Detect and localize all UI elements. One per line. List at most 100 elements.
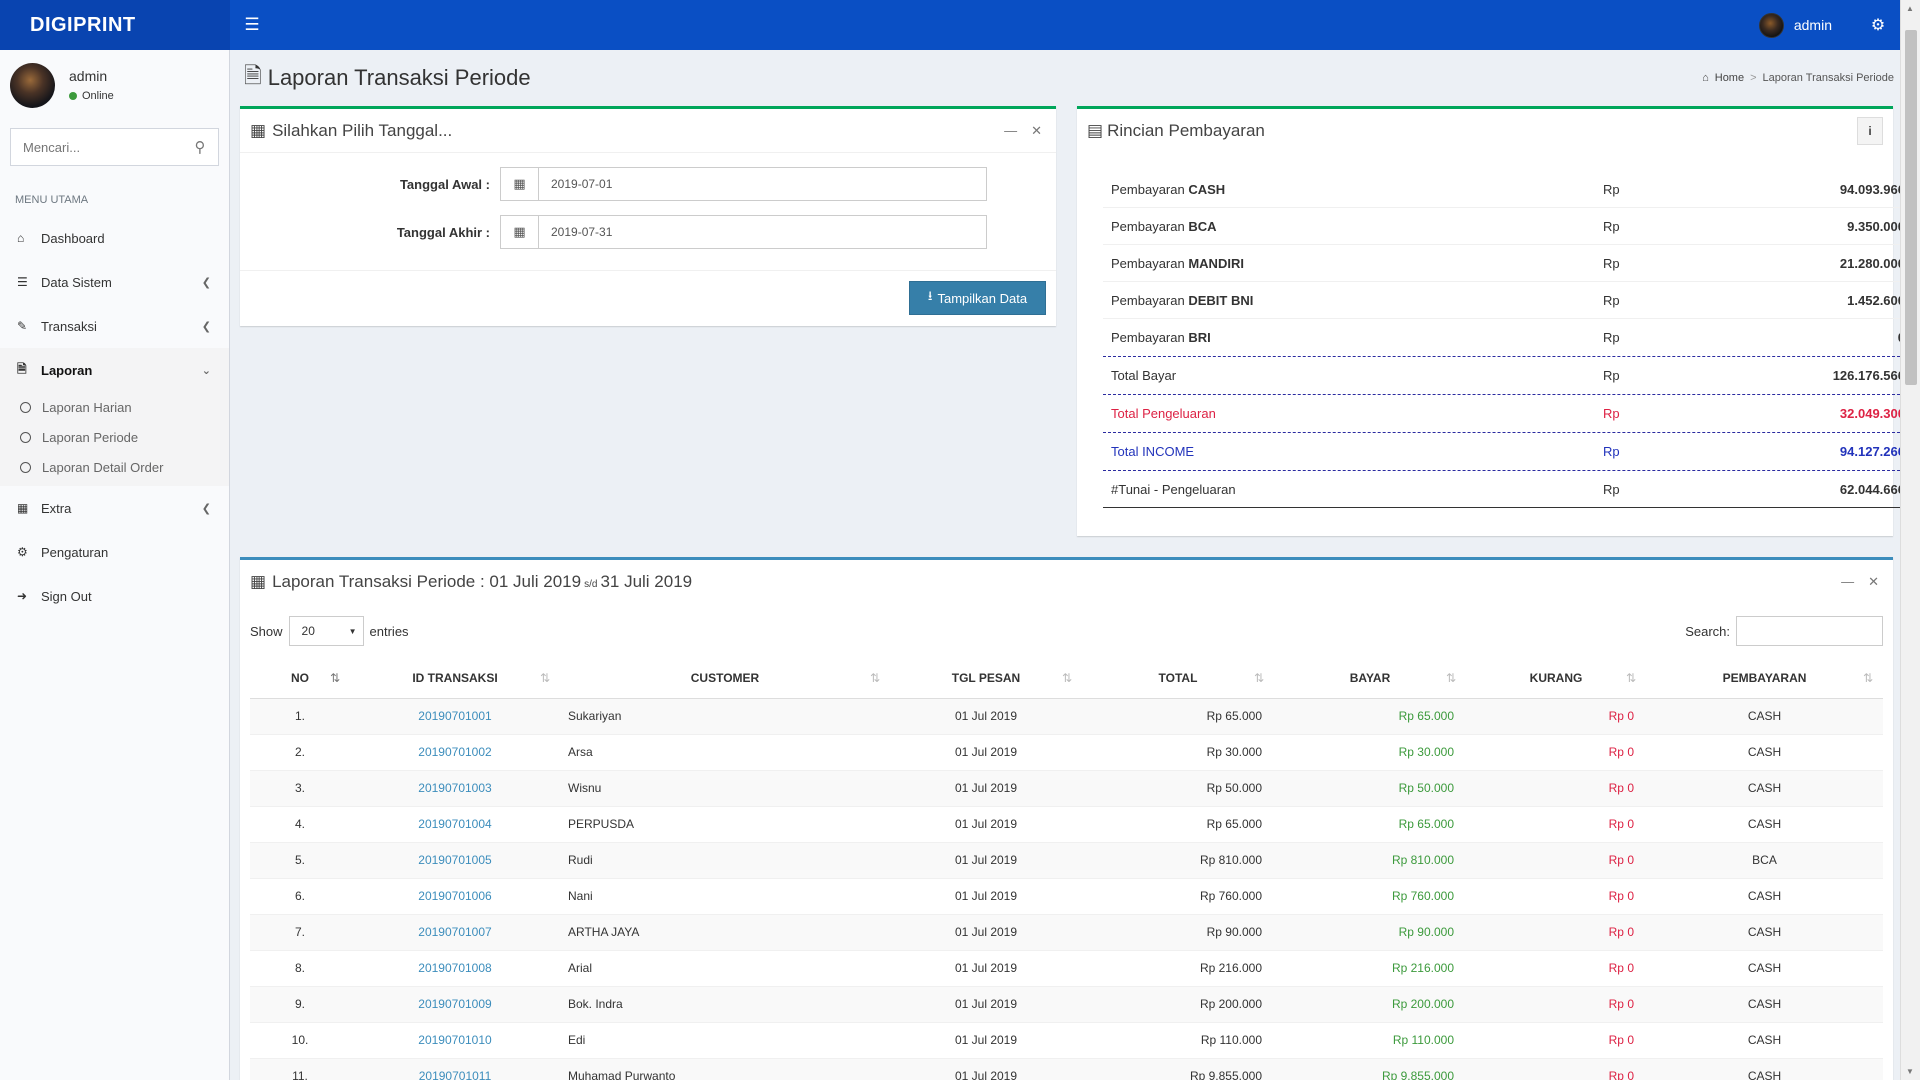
scroll-down-icon[interactable]: ▼ xyxy=(1906,1067,1914,1076)
brand-logo[interactable]: DIGIPRINT xyxy=(0,0,230,50)
transaction-id-link[interactable]: 20190701006 xyxy=(418,889,491,903)
table-row: 8. 20190701008 Arial 01 Jul 2019 Rp 216.000 R… xyxy=(250,949,1883,986)
close-icon[interactable]: ✕ xyxy=(1868,574,1879,590)
table-row: 5. 20190701005 Rudi 01 Jul 2019 Rp 810.000 Rp… xyxy=(250,841,1883,878)
date-form-footer: ⭳ Tampilkan Data xyxy=(240,270,1056,326)
menu-toggle-icon[interactable]: ☰ xyxy=(230,0,274,50)
tampilkan-data-button[interactable]: ⭳ Tampilkan Data xyxy=(909,281,1046,315)
rincian-title: Rincian Pembayaran xyxy=(1107,121,1265,140)
rincian-header: ▤ Rincian Pembayaran i xyxy=(1077,109,1893,153)
start-date-input[interactable] xyxy=(539,168,986,200)
rincian-row-debit-bni: Pembayaran DEBIT BNI Rp 1.452.600 xyxy=(1103,282,1915,319)
datatable-search: Search: xyxy=(1685,616,1883,646)
chevron-left-icon: ❮ xyxy=(201,276,211,289)
sidebar-item-sign-out[interactable]: ➜ Sign Out xyxy=(0,574,229,618)
transaction-id-link[interactable]: 20190701005 xyxy=(418,853,491,867)
report-header: ▦ Laporan Transaksi Periode : 01 Juli 20… xyxy=(240,560,1893,604)
search-icon[interactable]: ⚲ xyxy=(182,138,218,156)
column-header-pembayaran[interactable]: PEMBAYARAN ⇅ xyxy=(1646,658,1883,699)
date-form-title: Silahkan Pilih Tanggal... xyxy=(272,120,453,140)
show-label: Show xyxy=(250,623,283,639)
column-header-total[interactable]: TOTAL ⇅ xyxy=(1082,658,1274,699)
sidebar-item-pengaturan[interactable]: ⚙ Pengaturan xyxy=(0,530,229,574)
datatable-controls: Show 20 ▼ entries Search: xyxy=(250,616,1883,646)
sidebar-item-transaksi[interactable]: ✎ Transaksi ❮ xyxy=(0,304,229,348)
transaction-id-link[interactable]: 20190701002 xyxy=(418,745,491,759)
column-header-no[interactable]: NO ⇅ xyxy=(250,658,350,699)
sidebar-search: ⚲ xyxy=(10,128,219,166)
column-header-tgl-pesan[interactable]: TGL PESAN ⇅ xyxy=(890,658,1082,699)
report-title-sd: s/d xyxy=(584,578,598,590)
collapse-icon[interactable]: — xyxy=(1841,574,1854,590)
rincian-row-tunai: #Tunai - Pengeluaran Rp 62.044.666 xyxy=(1103,471,1915,508)
transaction-id-link[interactable]: 20190701008 xyxy=(418,961,491,975)
table-row: 7. 20190701007 ARTHA JAYA 01 Jul 2019 Rp 90.… xyxy=(250,913,1883,950)
user-panel: admin Online xyxy=(0,50,229,120)
report-title-prefix: Laporan Transaksi Periode : 01 Juli 2019 xyxy=(272,572,582,591)
transaction-id-link[interactable]: 20190701001 xyxy=(418,709,491,723)
sidebar-item-label: Dashboard xyxy=(41,230,105,246)
sidebar-search-input[interactable] xyxy=(11,129,181,165)
submenu-item-laporan-detail-order[interactable]: Laporan Detail Order xyxy=(0,452,229,482)
table-row: 4. 20190701004 PERPUSDA 01 Jul 2019 Rp 65.00… xyxy=(250,805,1883,842)
rincian-row-cash: Pembayaran CASH Rp 94.093.966 xyxy=(1103,171,1915,208)
user-menu[interactable]: admin xyxy=(1758,12,1856,38)
transaction-id-link[interactable]: 20190701009 xyxy=(418,997,491,1011)
currency-label: Rp xyxy=(1603,406,1620,421)
circle-icon xyxy=(20,401,31,413)
start-date-label: Tanggal Awal : xyxy=(399,176,490,192)
chevron-left-icon: ❮ xyxy=(201,502,211,515)
submenu-item-laporan-harian[interactable]: Laporan Harian xyxy=(0,392,229,422)
entries-select[interactable]: 20 ▼ xyxy=(288,616,364,646)
scroll-up-icon[interactable]: ▲ xyxy=(1906,4,1914,13)
column-header-id-transaksi[interactable]: ID TRANSAKSI ⇅ xyxy=(350,658,560,699)
sidebar-item-data-sistem[interactable]: ☰ Data Sistem ❮ xyxy=(0,260,229,304)
close-icon[interactable]: ✕ xyxy=(1031,123,1042,139)
sort-icon: ⇅ xyxy=(539,670,550,685)
tunai-label: #Tunai - Pengeluaran xyxy=(1111,481,1236,497)
column-header-customer[interactable]: CUSTOMER ⇅ xyxy=(560,658,890,699)
edit-icon: ✎ xyxy=(17,319,28,333)
calendar-icon: ▦ xyxy=(501,168,539,200)
table-row: 6. 20190701006 Nani 01 Jul 2019 Rp 760.000 Rp… xyxy=(250,877,1883,914)
column-header-kurang[interactable]: KURANG ⇅ xyxy=(1466,658,1646,699)
sidebar-item-label: Laporan xyxy=(41,362,93,378)
submenu-item-laporan-periode[interactable]: Laporan Periode xyxy=(0,422,229,452)
rincian-row-total-pengeluaran: Total Pengeluaran Rp 32.049.300 xyxy=(1103,395,1915,433)
sort-icon: ⇅ xyxy=(1253,670,1264,685)
page-scrollbar[interactable]: ▲ ▼ xyxy=(1900,0,1920,1080)
payment-method: BRI xyxy=(1188,330,1211,345)
sidebar-item-laporan[interactable]: 🗎 Laporan ⌄ xyxy=(0,348,229,392)
collapse-icon[interactable]: — xyxy=(1004,123,1017,139)
currency-label: Rp xyxy=(1603,292,1620,308)
transaction-id-link[interactable]: 20190701007 xyxy=(418,925,491,939)
calendar-icon: ▦ xyxy=(501,216,539,248)
page-title: 🗎 Laporan Transaksi Periode xyxy=(244,59,531,97)
breadcrumb-home-link[interactable]: Home xyxy=(1715,72,1744,84)
info-button[interactable]: i xyxy=(1857,117,1883,145)
table-body: 1. 20190701001 Sukariyan 01 Jul 2019 Rp 65.0… xyxy=(250,697,1883,1080)
online-dot-icon xyxy=(69,92,77,100)
scrollbar-thumb[interactable] xyxy=(1905,30,1917,385)
end-date-label: Tanggal Akhir : xyxy=(396,224,490,240)
column-header-bayar[interactable]: BAYAR ⇅ xyxy=(1274,658,1466,699)
transaction-id-link[interactable]: 20190701010 xyxy=(418,1033,491,1047)
sort-icon: ⇅ xyxy=(1061,670,1072,685)
transaction-id-link[interactable]: 20190701004 xyxy=(418,817,491,831)
end-date-input[interactable] xyxy=(539,216,986,248)
sort-icon: ⇅ xyxy=(1445,670,1456,685)
breadcrumb-current: Laporan Transaksi Periode xyxy=(1762,72,1894,84)
table-row: 2. 20190701002 Arsa 01 Jul 2019 Rp 30.000 Rp … xyxy=(250,733,1883,770)
chevron-left-icon: ❮ xyxy=(201,320,211,333)
transaction-id-link[interactable]: 20190701003 xyxy=(418,781,491,795)
settings-gears-icon[interactable]: ⚙ xyxy=(1856,15,1900,35)
avatar xyxy=(10,62,55,108)
table-row: 9. 20190701009 Bok. Indra 01 Jul 2019 Rp 200… xyxy=(250,985,1883,1022)
sidebar-item-extra[interactable]: ▦ Extra ❮ xyxy=(0,486,229,530)
table-row: 1. 20190701001 Sukariyan 01 Jul 2019 Rp 65.0… xyxy=(250,697,1883,734)
datatable-search-input[interactable] xyxy=(1736,616,1883,646)
sidebar-item-label: Transaksi xyxy=(41,318,97,334)
transaction-id-link[interactable]: 20190701011 xyxy=(419,1069,492,1080)
end-date-row: Tanggal Akhir : ▦ xyxy=(240,215,1056,249)
sidebar-item-dashboard[interactable]: ⌂ Dashboard xyxy=(0,216,229,260)
